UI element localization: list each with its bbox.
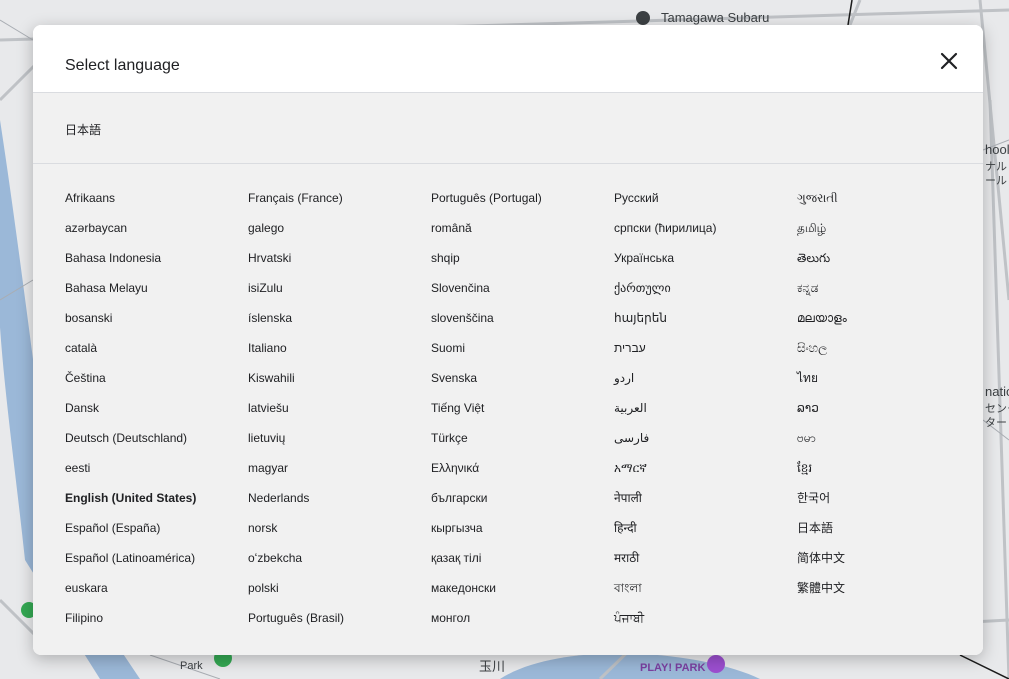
language-option[interactable]: Español (España) [65, 520, 248, 550]
language-option[interactable]: മലയാളം [797, 310, 980, 340]
language-option[interactable]: Čeština [65, 370, 248, 400]
language-option[interactable]: Español (Latinoamérica) [65, 550, 248, 580]
language-option[interactable]: हिन्दी [614, 520, 797, 550]
dialog-header: Select language [33, 25, 983, 93]
language-column-2: Français (France) galego Hrvatski isiZulu ís… [248, 190, 431, 655]
language-option[interactable]: Português (Brasil) [248, 610, 431, 640]
language-option[interactable]: ಕನ್ನಡ [797, 280, 980, 310]
map-label-play-park: PLAY! PARK [640, 662, 706, 674]
suggested-language-item[interactable]: 日本語 [65, 121, 101, 138]
language-option[interactable]: Tiếng Việt [431, 400, 614, 430]
language-option[interactable]: தமிழ் [797, 220, 980, 250]
close-icon [940, 52, 958, 70]
language-option[interactable]: ქართული [614, 280, 797, 310]
language-option[interactable]: 简体中文 [797, 550, 980, 580]
language-option[interactable]: Русский [614, 190, 797, 220]
language-option[interactable]: Português (Portugal) [431, 190, 614, 220]
map-label-nation-jp2: ター [985, 417, 1007, 429]
suggested-language-section: 日本語 [33, 93, 983, 164]
map-label-school: hool [985, 142, 1009, 157]
language-option[interactable]: македонски [431, 580, 614, 610]
language-option[interactable]: Ελληνικά [431, 460, 614, 490]
map-label-nation: natio [985, 384, 1009, 399]
language-option[interactable]: isiZulu [248, 280, 431, 310]
language-column-4: Русский српски (ћирилица) Українська ქართულ… [614, 190, 797, 655]
language-option-selected[interactable]: English (United States) [65, 490, 248, 520]
language-option[interactable]: Bahasa Indonesia [65, 250, 248, 280]
language-option[interactable]: Türkçe [431, 430, 614, 460]
language-column-5: ગુજરાતી தமிழ் తెలుగు ಕನ್ನಡ മലയാളം සිංහල ไทย ລາວ… [797, 190, 980, 655]
language-option[interactable]: latviešu [248, 400, 431, 430]
dialog-title: Select language [65, 57, 180, 74]
language-option[interactable]: Nederlands [248, 490, 431, 520]
language-option[interactable]: български [431, 490, 614, 520]
language-option[interactable]: اردو [614, 370, 797, 400]
language-option[interactable]: Français (France) [248, 190, 431, 220]
language-option[interactable]: кыргызча [431, 520, 614, 550]
language-option[interactable]: magyar [248, 460, 431, 490]
language-option[interactable]: ខ្មែរ [797, 460, 980, 490]
language-option[interactable]: norsk [248, 520, 431, 550]
language-option[interactable]: Dansk [65, 400, 248, 430]
language-column-1: Afrikaans azərbaycan Bahasa Indonesia Bahas… [65, 190, 248, 655]
language-option[interactable]: íslenska [248, 310, 431, 340]
language-option[interactable]: Italiano [248, 340, 431, 370]
language-option[interactable]: 繁體中文 [797, 580, 980, 610]
language-option[interactable]: ਪੰਜਾਬੀ [614, 610, 797, 640]
language-option[interactable]: ဗမာ [797, 430, 980, 460]
language-option[interactable]: ગુજરાતી [797, 190, 980, 220]
language-option[interactable]: 한국어 [797, 490, 980, 520]
language-grid: Afrikaans azərbaycan Bahasa Indonesia Bahas… [33, 164, 983, 655]
map-label-park: Park [180, 660, 203, 672]
language-option[interactable]: Hrvatski [248, 250, 431, 280]
language-option[interactable]: मराठी [614, 550, 797, 580]
language-option[interactable]: తెలుగు [797, 250, 980, 280]
close-button[interactable] [937, 49, 961, 73]
map-label-tamagawa: 玉川 [479, 659, 506, 674]
language-option[interactable]: فارسی [614, 430, 797, 460]
language-option[interactable]: català [65, 340, 248, 370]
language-option[interactable]: বাংলা [614, 580, 797, 610]
language-option[interactable]: עברית [614, 340, 797, 370]
language-option[interactable]: Filipino [65, 610, 248, 640]
language-option[interactable]: Українська [614, 250, 797, 280]
language-dialog: Select language 日本語 Afrikaans azərbaycan B… [33, 25, 983, 655]
language-option[interactable]: lietuvių [248, 430, 431, 460]
language-option[interactable]: ไทย [797, 370, 980, 400]
language-column-3: Português (Portugal) română shqip Slovenčin… [431, 190, 614, 655]
language-option[interactable]: नेपाली [614, 490, 797, 520]
language-option[interactable]: Suomi [431, 340, 614, 370]
language-option[interactable]: oʻzbekcha [248, 550, 431, 580]
language-option[interactable]: Deutsch (Deutschland) [65, 430, 248, 460]
language-option[interactable]: Slovenčina [431, 280, 614, 310]
language-option[interactable]: հայերեն [614, 310, 797, 340]
language-option[interactable]: euskara [65, 580, 248, 610]
map-label-subaru: Tamagawa Subaru [661, 10, 770, 25]
language-option[interactable]: română [431, 220, 614, 250]
language-option[interactable]: Svenska [431, 370, 614, 400]
language-option[interactable]: සිංහල [797, 340, 980, 370]
language-option[interactable]: slovenščina [431, 310, 614, 340]
language-option[interactable]: српски (ћирилица) [614, 220, 797, 250]
language-option[interactable]: Bahasa Melayu [65, 280, 248, 310]
language-option[interactable]: 日本語 [797, 520, 980, 550]
language-option[interactable]: монгол [431, 610, 614, 640]
language-option[interactable]: ລາວ [797, 400, 980, 430]
language-option[interactable]: Kiswahili [248, 370, 431, 400]
language-option[interactable]: العربية [614, 400, 797, 430]
language-option[interactable]: bosanski [65, 310, 248, 340]
language-option[interactable]: Afrikaans [65, 190, 248, 220]
language-option[interactable]: eesti [65, 460, 248, 490]
language-option[interactable]: galego [248, 220, 431, 250]
language-option[interactable]: polski [248, 580, 431, 610]
language-option[interactable]: azərbaycan [65, 220, 248, 250]
language-option[interactable]: አማርኛ [614, 460, 797, 490]
language-option[interactable]: shqip [431, 250, 614, 280]
map-label-school-jp2: ール [985, 175, 1007, 187]
language-option[interactable]: қазақ тілі [431, 550, 614, 580]
